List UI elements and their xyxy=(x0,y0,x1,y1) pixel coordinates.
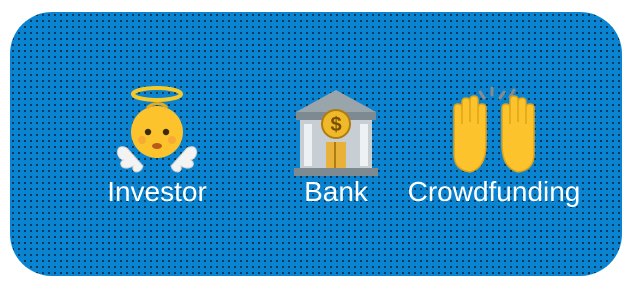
crowdfunding-item: Crowdfunding xyxy=(396,84,592,208)
investor-label: Investor xyxy=(107,176,207,207)
bank-label: Bank xyxy=(304,176,368,207)
crowdfunding-label: Crowdfunding xyxy=(407,176,581,207)
bank-item: $ Bank xyxy=(276,84,396,208)
dotted-blue-panel: Investor $ Bank Crowdfunding xyxy=(10,12,622,276)
bank-building-icon: $ xyxy=(288,84,384,180)
svg-text:$: $ xyxy=(330,114,341,136)
investor-item: Investor xyxy=(102,84,212,208)
angel-baby-icon xyxy=(109,84,205,180)
raised-hands-icon xyxy=(446,84,542,180)
